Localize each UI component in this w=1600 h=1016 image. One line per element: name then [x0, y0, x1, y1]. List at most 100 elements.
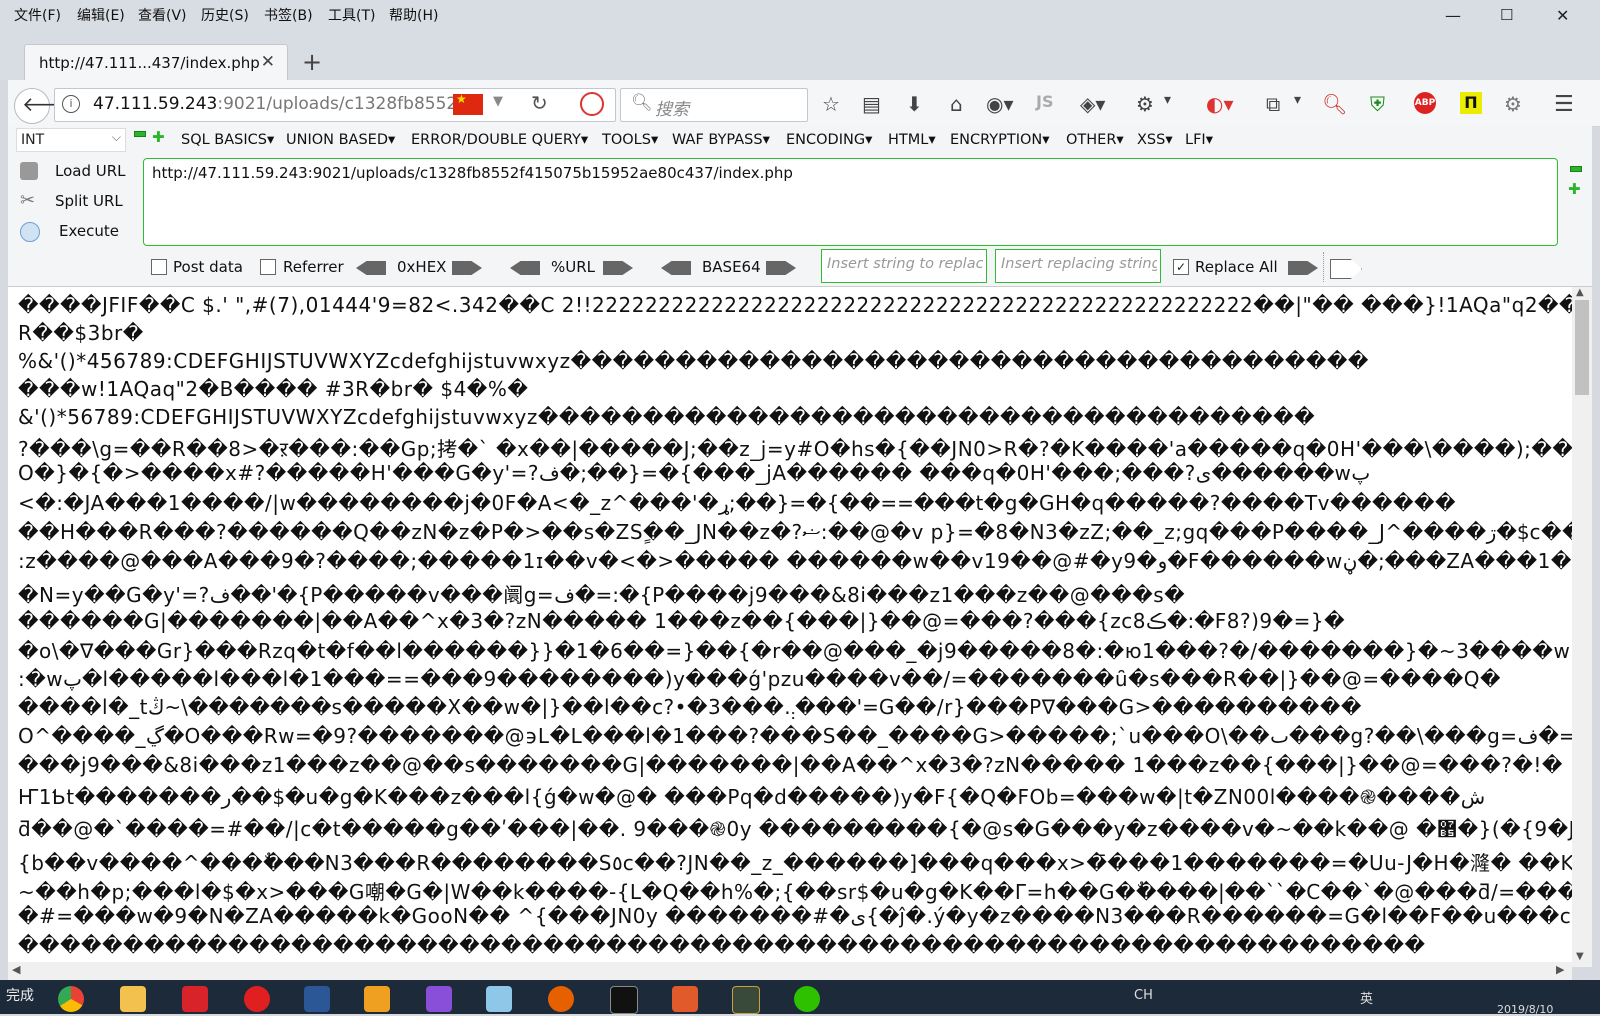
type-select[interactable]: INT ⌵: [16, 128, 126, 152]
js-toggle-icon[interactable]: JS: [1036, 92, 1053, 111]
new-tab-icon[interactable]: +: [302, 48, 322, 76]
execute-icon[interactable]: [20, 222, 40, 242]
split-url-button[interactable]: Split URL: [55, 192, 123, 210]
menu-lfi[interactable]: LFI▾: [1185, 132, 1213, 148]
back-button[interactable]: 🡐: [14, 88, 76, 124]
menu-history[interactable]: 历史(S): [201, 5, 249, 25]
menu-help[interactable]: 帮助(H): [389, 5, 438, 25]
vertical-scrollbar-thumb[interactable]: [1575, 300, 1589, 395]
youdao-icon[interactable]: [182, 986, 208, 1012]
menu-edit[interactable]: 编辑(E): [77, 5, 125, 25]
content-line: %&'()*456789:CDEFGHIJSTUVWXYZcdefghijstu…: [18, 349, 1369, 373]
extension-red-icon[interactable]: ◐▾: [1206, 92, 1234, 116]
scroll-right-icon[interactable]: ▶: [1556, 963, 1564, 976]
burp-icon[interactable]: [672, 986, 698, 1012]
post-data-checkbox[interactable]: [151, 259, 167, 275]
menu-sql-basics[interactable]: SQL BASICS▾: [181, 132, 274, 148]
find-icon[interactable]: 🔍︎: [1322, 92, 1347, 116]
load-url-button[interactable]: Load URL: [55, 162, 126, 180]
home-icon[interactable]: ⌂: [950, 92, 963, 116]
menu-view[interactable]: 查看(V): [138, 5, 187, 25]
horizontal-scrollbar[interactable]: [8, 962, 1572, 980]
menu-tools[interactable]: 工具(T): [328, 5, 375, 25]
menu-waf-bypass[interactable]: WAF BYPASS▾: [672, 132, 770, 148]
hackbar-url-textarea[interactable]: http://47.111.59.243:9021/uploads/c1328f…: [143, 158, 1558, 246]
scroll-down-icon[interactable]: ▼: [1576, 951, 1584, 962]
menu-union-based[interactable]: UNION BASED▾: [286, 132, 395, 148]
hamburger-menu-icon[interactable]: ☰: [1554, 92, 1574, 117]
tab-active[interactable]: http://47.111...437/index.php ✕: [24, 44, 288, 81]
content-line: �N=y��G�y'=?ف��'�{P�����v���阛g=ف�=:�{P��…: [18, 583, 1186, 607]
scroll-left-icon[interactable]: ◀: [12, 963, 20, 976]
adblock-icon[interactable]: ABP: [1414, 92, 1436, 114]
chevron-down-icon[interactable]: ▾: [1294, 92, 1301, 108]
tray-ime[interactable]: 英: [1360, 988, 1373, 1007]
noscript-block-icon[interactable]: [580, 92, 604, 116]
content-line: ����JFIF��C $.' ",#(7),01444'9=82<.342��…: [18, 293, 1572, 317]
tray-lang[interactable]: CH: [1134, 988, 1153, 1003]
minimize-icon[interactable]: —: [1445, 6, 1461, 25]
execute-button[interactable]: Execute: [59, 222, 119, 240]
chrome-icon[interactable]: [58, 986, 84, 1012]
address-bar[interactable]: i 47.111.59.243:9021/uploads/c1328fb8552…: [54, 88, 616, 122]
minus-icon[interactable]: [1570, 166, 1582, 172]
address-text[interactable]: 47.111.59.243:9021/uploads/c1328fb8552f4: [93, 94, 463, 114]
screenshot-icon[interactable]: ⧉: [1266, 92, 1280, 116]
notepad-icon[interactable]: [486, 986, 512, 1012]
terminal-icon[interactable]: [610, 986, 638, 1014]
network-tool-icon[interactable]: [364, 986, 390, 1012]
menu-html[interactable]: HTML▾: [888, 132, 936, 148]
menu-file[interactable]: 文件(F): [14, 5, 61, 25]
file-explorer-icon[interactable]: [120, 986, 146, 1012]
replacing-string-input[interactable]: Insert replacing string: [995, 249, 1161, 283]
content-line: O�}�{�>����x#?�����H'���G�y'=?ف�;��}=�{�…: [18, 461, 1371, 485]
search-bar[interactable]: 🔍︎ 搜索: [620, 88, 808, 122]
chevron-down-icon[interactable]: ▾: [1164, 92, 1171, 108]
info-icon[interactable]: i: [62, 95, 80, 113]
word-icon[interactable]: [304, 986, 330, 1012]
menu-error-double-query[interactable]: ERROR/DOUBLE QUERY▾: [411, 132, 588, 148]
history-dropdown-icon[interactable]: ▼: [493, 94, 503, 109]
content-line: �#=���w�9�N�ZA�����k�GooN�� ^{���JN0y ��…: [18, 904, 1572, 928]
settings-gear-icon[interactable]: ⚙: [1504, 92, 1522, 116]
content-line: �o\�∇���Gr}���Rzq�t�f��l������}}�1�6��=}…: [18, 639, 1571, 663]
referrer-checkbox[interactable]: [260, 259, 276, 275]
hackbar-extension-icon[interactable]: Π: [1460, 92, 1482, 114]
menu-encoding[interactable]: ENCODING▾: [786, 132, 872, 148]
menu-xss[interactable]: XSS▾: [1137, 132, 1173, 148]
china-flag-icon[interactable]: ★: [453, 92, 483, 115]
shield-icon[interactable]: ⛨: [1370, 92, 1385, 116]
minus-icon[interactable]: [134, 131, 146, 137]
content-line: ƌ��@�`����=#��/|c�t�����g��ʹ���|��. 9���…: [18, 817, 1572, 841]
split-url-icon[interactable]: ✂: [20, 192, 38, 210]
close-tab-icon[interactable]: ✕: [261, 52, 275, 72]
content-line: ���w!1AQaq"2�B���� #3R�br� $4�%�: [18, 377, 529, 401]
firefox-icon[interactable]: [548, 986, 574, 1012]
replace-string-input[interactable]: Insert string to replace: [821, 249, 987, 283]
reading-list-icon[interactable]: ▤: [862, 92, 881, 116]
menu-encryption[interactable]: ENCRYPTION▾: [950, 132, 1050, 148]
content-line: &'()*56789:CDEFGHIJSTUVWXYZcdefghijstuvw…: [18, 405, 1316, 429]
menu-tools-hb[interactable]: TOOLS▾: [602, 132, 658, 148]
content-line: Ҥ1Ƅt�������ر��$�u�g�K���z���l{ǵ�w�@� ���…: [18, 785, 1486, 809]
bookmark-star-icon[interactable]: ☆: [822, 92, 840, 116]
load-url-icon[interactable]: [20, 162, 38, 180]
wechat-icon[interactable]: [794, 986, 820, 1012]
plus-icon[interactable]: ✚: [152, 130, 165, 145]
globe-extension-icon[interactable]: ◉▾: [986, 92, 1014, 116]
reload-icon[interactable]: ↻: [531, 91, 548, 115]
replace-all-checkbox[interactable]: ✓: [1173, 259, 1189, 275]
maximize-icon[interactable]: ☐: [1500, 6, 1513, 24]
plus-icon[interactable]: ✚: [1568, 182, 1581, 197]
league-icon[interactable]: [732, 986, 760, 1014]
download-icon[interactable]: ⬇: [906, 92, 923, 116]
netease-music-icon[interactable]: [244, 986, 270, 1012]
purple-app-icon[interactable]: [426, 986, 452, 1012]
proxy-extension-icon[interactable]: ◈▾: [1080, 92, 1105, 116]
color-picker-icon[interactable]: ⚙: [1136, 92, 1154, 116]
menu-other[interactable]: OTHER▾: [1066, 132, 1124, 148]
scroll-up-icon[interactable]: ▲: [1576, 287, 1584, 298]
menu-bookmarks[interactable]: 书签(B): [264, 5, 313, 25]
close-window-icon[interactable]: ✕: [1556, 6, 1569, 25]
content-line: ��H���R���?������Q��zN�z�P�>��s�ZSٍ��_JN…: [18, 520, 1572, 544]
